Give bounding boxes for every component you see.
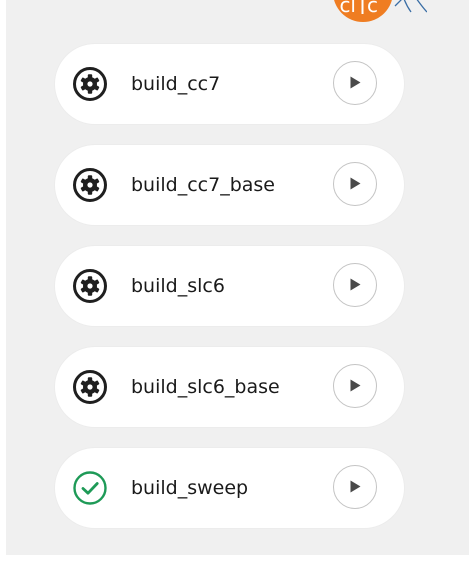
job-name[interactable]: build_sweep [131,474,248,502]
job-row-build-cc7: build_cc7 [55,44,404,124]
gear-icon [72,369,108,405]
job-name[interactable]: build_cc7 [131,70,220,98]
run-button[interactable] [333,162,377,206]
job-row-build-slc6: build_slc6 [55,246,404,326]
gear-icon [72,66,108,102]
job-name[interactable]: build_cc7_base [131,171,275,199]
job-row-build-sweep: build_sweep [55,448,404,528]
run-button[interactable] [333,364,377,408]
gear-icon [72,268,108,304]
run-button[interactable] [333,263,377,307]
check-circle-icon [72,470,108,506]
play-icon [350,480,361,493]
logo-text-right: c [367,0,378,17]
job-name[interactable]: build_slc6_base [131,373,280,401]
logo-text-left: cl [339,0,356,17]
play-icon [350,76,361,89]
run-button[interactable] [333,465,377,509]
job-row-build-cc7-base: build_cc7_base [55,145,404,225]
job-list-panel: build_cc7 build_cc7_base build_slc6 buil… [6,0,469,555]
play-icon [350,379,361,392]
play-icon [350,177,361,190]
run-button[interactable] [333,61,377,105]
job-name[interactable]: build_slc6 [131,272,225,300]
gear-icon [72,167,108,203]
play-icon [350,278,361,291]
job-row-build-slc6-base: build_slc6_base [55,347,404,427]
clic-logo: cl c [333,0,428,22]
